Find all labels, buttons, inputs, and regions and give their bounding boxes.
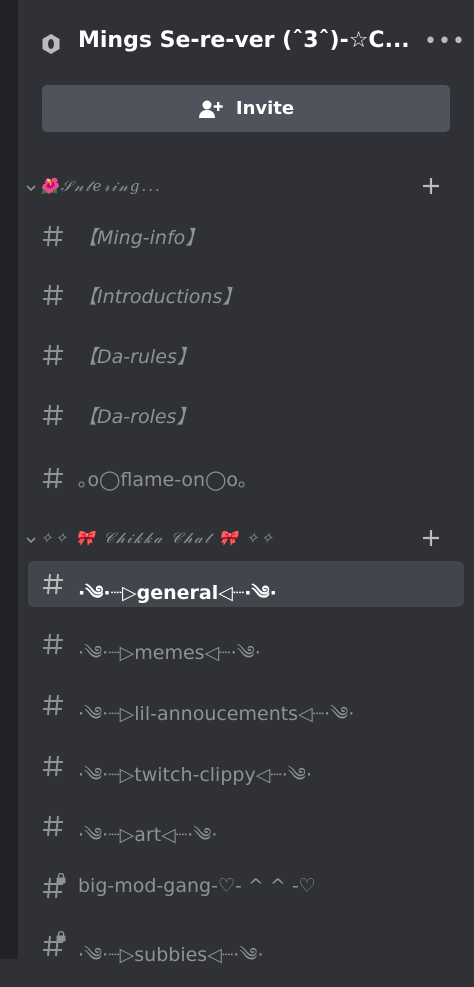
category-entering[interactable]: 🌺𝒮𝓃𝓉𝑒𝓇𝒾𝓃𝑔... <box>18 175 474 205</box>
channel-name: ｡o◯flame-on◯o｡ <box>78 469 248 491</box>
channel-name: 【Da-roles】 <box>78 406 196 428</box>
category-name: ✧✧ 🎀 𝒞𝒽𝒾𝓀𝓀𝒶 𝒞𝒽𝒶𝓉 🎀 ✧✧ <box>40 529 276 547</box>
channel-name: ·༄·┈▷general◁┈·༄· <box>78 582 277 604</box>
channel-twitch-clippy[interactable]: ·༄·┈▷twitch-clippy◁┈·༄· <box>28 743 464 789</box>
channel-name: 【Introductions】 <box>78 286 242 308</box>
channel-memes[interactable]: ·༄·┈▷memes◁┈·༄· <box>28 621 464 667</box>
invite-button[interactable]: Invite <box>42 85 450 132</box>
channel-big-mod-gang[interactable]: big-mod-gang-♡- ^ ^ -♡ <box>28 865 464 911</box>
channel-name: ·༄·┈▷art◁┈·༄· <box>78 824 218 846</box>
hash-icon <box>43 573 63 595</box>
channel-lil-annoucements[interactable]: ·༄·┈▷lil-annoucements◁┈·༄· <box>28 682 464 728</box>
hash-icon <box>43 467 63 489</box>
channel-name: ·༄·┈▷lil-annoucements◁┈·༄· <box>78 703 355 725</box>
channel-name: ·༄·┈▷memes◁┈·༄· <box>78 642 261 664</box>
channel-name: 【Da-rules】 <box>78 346 196 368</box>
channel-flame-on[interactable]: ｡o◯flame-on◯o｡ <box>28 455 464 501</box>
lock-icon <box>56 873 66 884</box>
category-chikka-chat[interactable]: ✧✧ 🎀 𝒞𝒽𝒾𝓀𝓀𝒶 𝒞𝒽𝒶𝓉 🎀 ✧✧ <box>18 527 474 557</box>
channel-name: ·༄·┈▷subbies◁┈·༄· <box>78 944 264 966</box>
invite-label: Invite <box>235 98 295 119</box>
category-name: 🌺𝒮𝓃𝓉𝑒𝓇𝒾𝓃𝑔... <box>40 177 162 195</box>
plus-icon[interactable] <box>420 175 442 197</box>
hash-icon <box>43 694 63 716</box>
lock-icon <box>56 931 66 942</box>
hash-icon <box>43 344 63 366</box>
channel-da-roles[interactable]: 【Da-roles】 <box>28 392 464 438</box>
server-rail <box>0 0 18 959</box>
hash-icon <box>43 404 63 426</box>
channel-sidebar: Mings Se-re-ver (ˆ3ˆ)-☆C... ••• Invite 🌺… <box>18 0 474 966</box>
channel-ming-info[interactable]: 【Ming-info】 <box>28 213 464 259</box>
hash-icon <box>43 815 63 837</box>
server-name: Mings Se-re-ver (ˆ3ˆ)-☆C... <box>78 28 410 53</box>
chevron-down-icon <box>26 537 36 544</box>
channel-subbies[interactable]: ·༄·┈▷subbies◁┈·༄· <box>28 923 464 969</box>
plus-icon[interactable] <box>420 527 442 549</box>
channel-introductions[interactable]: 【Introductions】 <box>28 272 464 318</box>
channel-name: 【Ming-info】 <box>78 227 205 249</box>
channel-art[interactable]: ·༄·┈▷art◁┈·༄· <box>28 803 464 849</box>
chevron-down-icon <box>26 185 36 192</box>
channel-name: ·༄·┈▷twitch-clippy◁┈·༄· <box>78 764 312 786</box>
channel-da-rules[interactable]: 【Da-rules】 <box>28 332 464 378</box>
hash-icon <box>43 755 63 777</box>
more-dots-icon[interactable]: ••• <box>424 30 465 54</box>
add-person-icon <box>198 100 223 118</box>
hash-icon <box>43 284 63 306</box>
channel-general[interactable]: ·༄·┈▷general◁┈·༄· <box>28 561 464 607</box>
channel-name: big-mod-gang-♡- ^ ^ -♡ <box>78 875 316 897</box>
server-badge-icon <box>42 34 60 54</box>
hash-icon <box>43 633 63 655</box>
server-header[interactable]: Mings Se-re-ver (ˆ3ˆ)-☆C... ••• <box>18 0 474 80</box>
hash-icon <box>43 225 63 247</box>
